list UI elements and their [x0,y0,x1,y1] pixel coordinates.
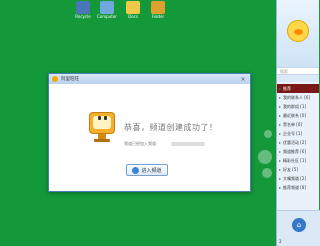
decorative-bubble [262,168,272,178]
desktop-icon-computer[interactable]: Computer [96,0,118,20]
home-button[interactable]: ⌂ [292,218,306,232]
decorative-bubble [264,130,272,138]
dialog-title: 阿里旺旺 [61,77,79,82]
enter-channel-button[interactable]: 进入频道 [126,164,168,176]
list-item[interactable]: ▸ 企业号 [1] [277,129,319,138]
im-side-panel: 搜索 ▸ 推荐 ▸ 我的联系人 [6] ▸ 我的群组 [1] ▸ 最近联系 [0] ▸ 黑… [276,0,320,246]
list-item[interactable]: ▸ 我的群组 [1] [277,102,319,111]
desktop-icon-docs[interactable]: Docs [122,0,144,20]
computer-icon [100,1,114,14]
list-item[interactable]: ▸ 精彩社区 [1] [277,156,319,165]
list-item[interactable]: ▸ 大嘴频道 [2] [277,174,319,183]
desktop-icon-folder[interactable]: Folder [147,0,169,20]
decorative-bubble [258,150,272,164]
list-item[interactable]: ▸ 频道推荐 [6] [277,147,319,156]
search-input[interactable]: 搜索 [277,67,319,75]
list-item[interactable]: ▸ 黑名单 [0] [277,120,319,129]
avatar[interactable] [287,20,309,42]
panel-tabs[interactable] [277,75,319,82]
blurred-channel-name [171,142,205,146]
panel-footer: ⌂ 2 [277,210,320,246]
list-item[interactable]: ▸ 我的联系人 [6] [277,93,319,102]
list-item[interactable]: ▸ 好友 [5] [277,165,319,174]
enter-channel-label: 进入频道 [141,167,162,174]
success-headline: 恭喜，频道创建成功了！ [124,123,218,132]
list-item[interactable]: ▸ 最近联系 [0] [277,111,319,120]
wangwang-logo-icon [52,76,58,82]
panel-header [277,0,319,67]
list-item[interactable]: ▸ 推荐频道 [8] [277,183,319,192]
footer-count: 2 [279,239,282,244]
close-button[interactable]: × [239,76,247,83]
list-item-banner[interactable]: ▸ 推荐 [277,84,319,93]
folder-icon [151,1,165,14]
success-subline: 频道已经加入频道 [124,141,156,146]
channel-created-dialog: 阿里旺旺 × 恭喜，频道创建成功了！ 频道已经加入频道 进入频道 [48,73,251,192]
contact-group-list: ▸ 推荐 ▸ 我的联系人 [6] ▸ 我的群组 [1] ▸ 最近联系 [0] ▸ 黑名单 … [277,82,319,192]
document-icon [126,1,140,14]
desktop-icon-recycle[interactable]: Recycle [72,0,94,20]
list-item[interactable]: ▸ 优惠活动 [2] [277,138,319,147]
mascot-icon [89,112,115,142]
recycle-bin-icon [76,1,90,14]
enter-icon [132,166,140,174]
dialog-titlebar[interactable]: 阿里旺旺 × [49,74,250,84]
